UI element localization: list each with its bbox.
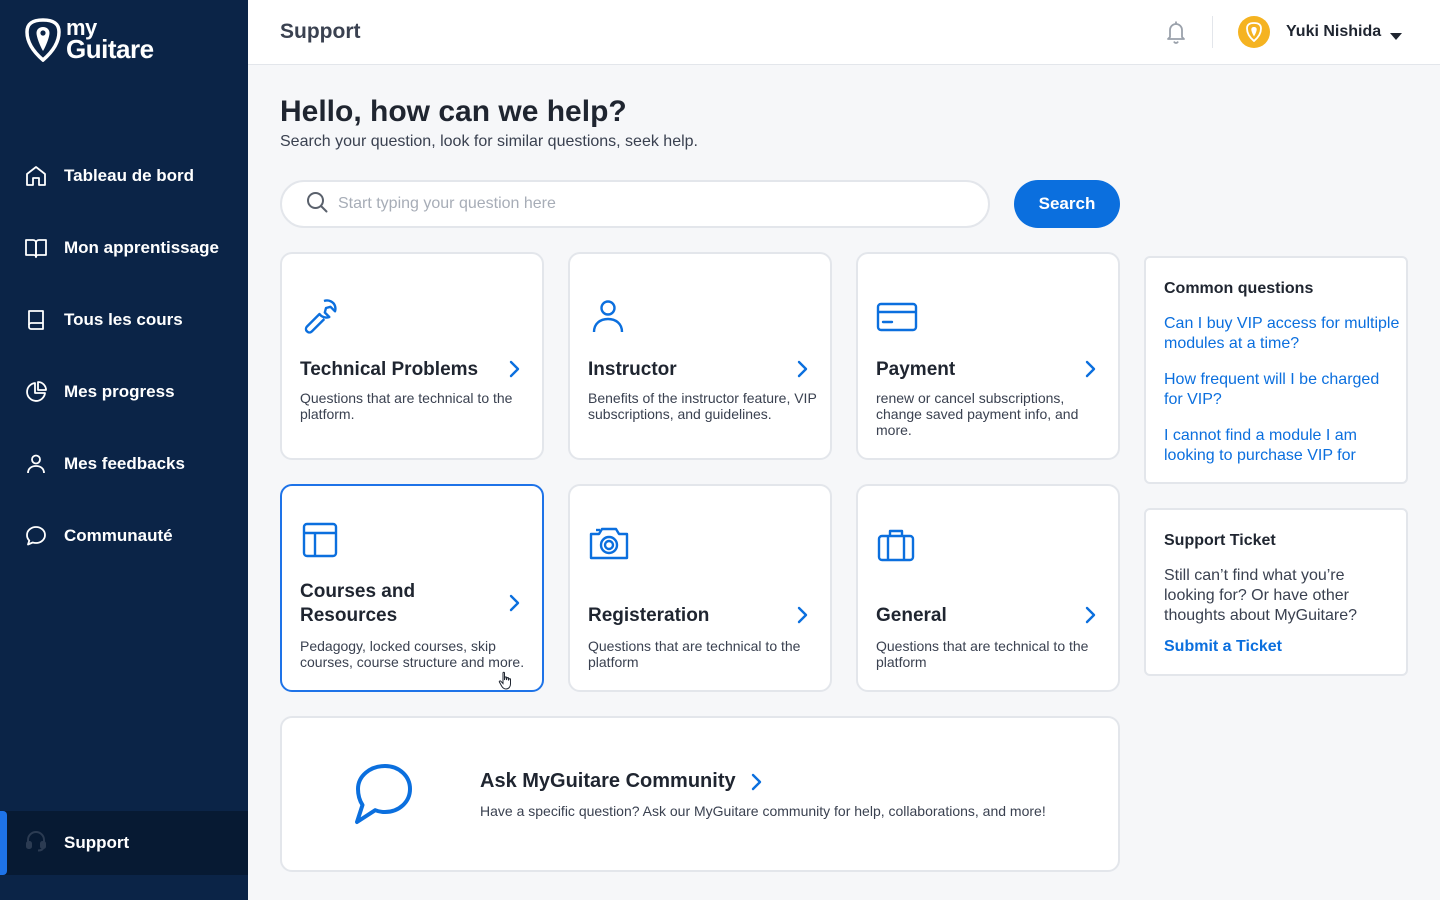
user-icon	[588, 296, 628, 341]
layout-icon	[300, 520, 340, 565]
category-title: General	[876, 605, 947, 626]
question-link[interactable]: How frequent will I be charged for VIP?	[1164, 370, 1400, 410]
pie-chart-icon	[24, 380, 48, 404]
category-title: Technical Problems	[300, 359, 479, 380]
headset-icon	[24, 829, 48, 858]
category-description: Questions that are technical to the plat…	[876, 638, 1089, 670]
logo-text: my Guitare	[66, 17, 154, 64]
open-book-icon	[24, 236, 48, 260]
sidebar-item-label: Mes progress	[64, 382, 175, 401]
sidebar-item-label: Communauté	[64, 526, 173, 545]
sidebar-item-communaute[interactable]: Communauté	[0, 500, 248, 572]
sidebar-item-mes-progress[interactable]: Mes progress	[0, 356, 248, 428]
category-card-payment[interactable]: Payment renew or cancel subscriptions, c…	[856, 252, 1120, 460]
common-questions-panel: Common questions Can I buy VIP access fo…	[1144, 256, 1408, 484]
sidebar-item-tableau-de-bord[interactable]: Tableau de bord	[0, 140, 248, 212]
sidebar-item-tous-les-cours[interactable]: Tous les cours	[0, 284, 248, 356]
support-ticket-title: Support Ticket	[1164, 532, 1276, 549]
chevron-right-icon	[796, 360, 808, 383]
sidebar-item-label: Tous les cours	[64, 310, 183, 329]
category-description: renew or cancel subscriptions, change sa…	[876, 390, 1079, 438]
chevron-right-icon	[750, 773, 762, 796]
category-card-registeration[interactable]: Registeration Questions that are technic…	[568, 484, 832, 692]
chevron-right-icon	[1084, 606, 1096, 629]
shield-badge-icon	[1246, 22, 1262, 42]
category-card-instructor[interactable]: Instructor Benefits of the instructor fe…	[568, 252, 832, 460]
question-link[interactable]: I cannot find a module I am looking to p…	[1164, 426, 1400, 466]
header-divider	[1212, 16, 1213, 48]
support-ticket-text: Still can’t find what you’re looking for…	[1164, 567, 1358, 624]
wrench-icon	[300, 296, 340, 341]
sidebar-item-mon-apprentissage[interactable]: Mon apprentissage	[0, 212, 248, 284]
chevron-right-icon	[1084, 360, 1096, 383]
submit-ticket-link[interactable]: Submit a Ticket	[1164, 638, 1282, 656]
chat-icon	[24, 524, 48, 548]
sidebar-item-mes-feedbacks[interactable]: Mes feedbacks	[0, 428, 248, 500]
search-input[interactable]	[338, 195, 938, 213]
chevron-right-icon	[508, 360, 520, 383]
category-description: Questions that are technical to the plat…	[588, 638, 801, 670]
category-description: Benefits of the instructor feature, VIP …	[588, 390, 817, 422]
hand-cursor-icon	[498, 671, 514, 696]
help-heading: Hello, how can we help?	[280, 95, 627, 128]
category-card-general[interactable]: General Questions that are technical to …	[856, 484, 1120, 692]
active-indicator	[0, 811, 7, 875]
sidebar-item-label: Tableau de bord	[64, 166, 195, 185]
chat-bubble-icon	[352, 762, 416, 831]
shield-logo-icon	[25, 18, 61, 62]
category-card-technical-problems[interactable]: Technical Problems Questions that are te…	[280, 252, 544, 460]
page-title: Support	[280, 20, 361, 43]
category-title: Registeration	[588, 605, 710, 626]
community-description: Have a specific question? Ask our MyGuit…	[480, 803, 1046, 819]
top-header: Support Yuki Nishida	[248, 0, 1440, 65]
search-field[interactable]	[280, 180, 990, 228]
avatar[interactable]	[1238, 16, 1270, 48]
chevron-right-icon	[508, 594, 520, 617]
help-subheading: Search your question, look for similar q…	[280, 133, 698, 150]
support-ticket-panel: Support Ticket Still can’t find what you…	[1144, 508, 1408, 676]
category-description: Pedagogy, locked courses, skip courses, …	[300, 638, 525, 670]
bell-icon[interactable]	[1164, 19, 1188, 50]
category-title: Instructor	[588, 359, 677, 380]
logo-line-2: Guitare	[66, 34, 154, 64]
home-icon	[24, 164, 48, 188]
book-icon	[24, 308, 48, 332]
community-card[interactable]: Ask MyGuitare Community Have a specific …	[280, 716, 1120, 872]
chevron-down-icon[interactable]	[1389, 28, 1403, 46]
category-description: Questions that are technical to the plat…	[300, 390, 513, 422]
sidebar: my Guitare Tableau de bord Mon apprentis…	[0, 0, 248, 900]
common-questions-title: Common questions	[1164, 280, 1314, 297]
briefcase-icon	[876, 526, 916, 569]
chevron-right-icon	[796, 606, 808, 629]
sidebar-item-label: Support	[64, 833, 130, 852]
search-icon	[306, 191, 328, 218]
category-card-courses-and-resources[interactable]: Courses and Resources Pedagogy, locked c…	[280, 484, 544, 692]
category-title: Courses and Resources	[300, 581, 416, 626]
camera-icon	[588, 524, 630, 567]
user-name[interactable]: Yuki Nishida	[1286, 23, 1381, 41]
community-title: Ask MyGuitare Community	[480, 770, 736, 792]
sidebar-item-label: Mes feedbacks	[64, 454, 185, 473]
question-link[interactable]: Can I buy VIP access for multiple module…	[1164, 314, 1400, 354]
sidebar-item-label: Mon apprentissage	[64, 238, 219, 257]
sidebar-item-support[interactable]: Support	[0, 811, 248, 875]
credit-card-icon	[876, 298, 918, 339]
user-icon	[24, 452, 48, 476]
category-title: Payment	[876, 359, 956, 380]
search-button[interactable]: Search	[1014, 180, 1120, 228]
sidebar-nav: Tableau de bord Mon apprentissage Tous l…	[0, 140, 248, 572]
logo[interactable]: my Guitare	[24, 17, 154, 64]
